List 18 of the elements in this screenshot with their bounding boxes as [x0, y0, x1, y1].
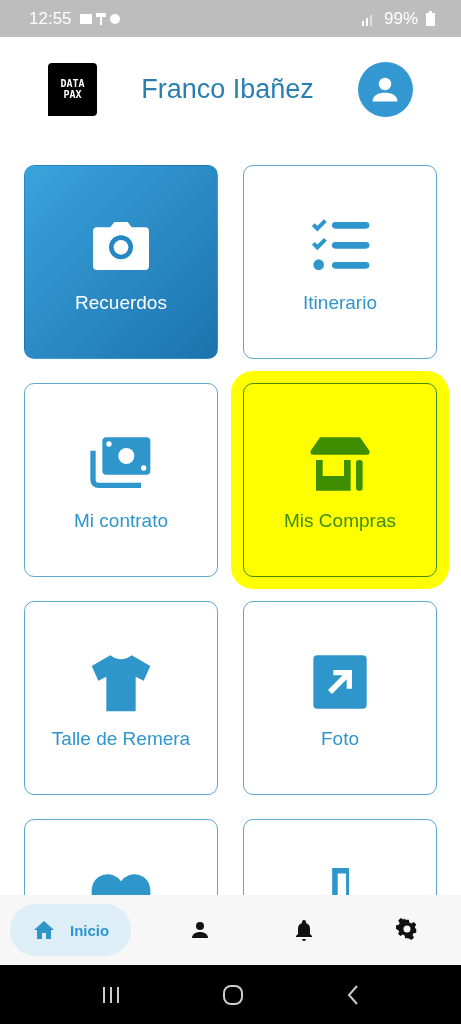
- settings-icon: [394, 918, 419, 942]
- logo: DATA PAX: [48, 62, 97, 116]
- menu-tile[interactable]: Foto: [243, 601, 437, 795]
- menu-tile[interactable]: Recuerdos: [24, 165, 218, 359]
- user-name: Franco Ibañez: [141, 73, 314, 105]
- notification-icon: [79, 11, 120, 26]
- menu-tile[interactable]: Itinerario: [243, 165, 437, 359]
- battery-icon: [426, 11, 435, 26]
- back-icon[interactable]: [346, 983, 361, 1006]
- menu-tile[interactable]: Talle de Remera: [24, 601, 218, 795]
- battery-level: 99%: [383, 8, 418, 29]
- clock: 12:55: [29, 8, 72, 29]
- home-icon: [32, 918, 56, 942]
- nav-tab[interactable]: Inicio: [10, 904, 132, 956]
- recent-apps-icon[interactable]: [100, 984, 121, 1005]
- home-icon[interactable]: [222, 983, 245, 1006]
- menu-tile[interactable]: Mi contrato: [24, 383, 218, 577]
- avatar-button[interactable]: [358, 61, 413, 117]
